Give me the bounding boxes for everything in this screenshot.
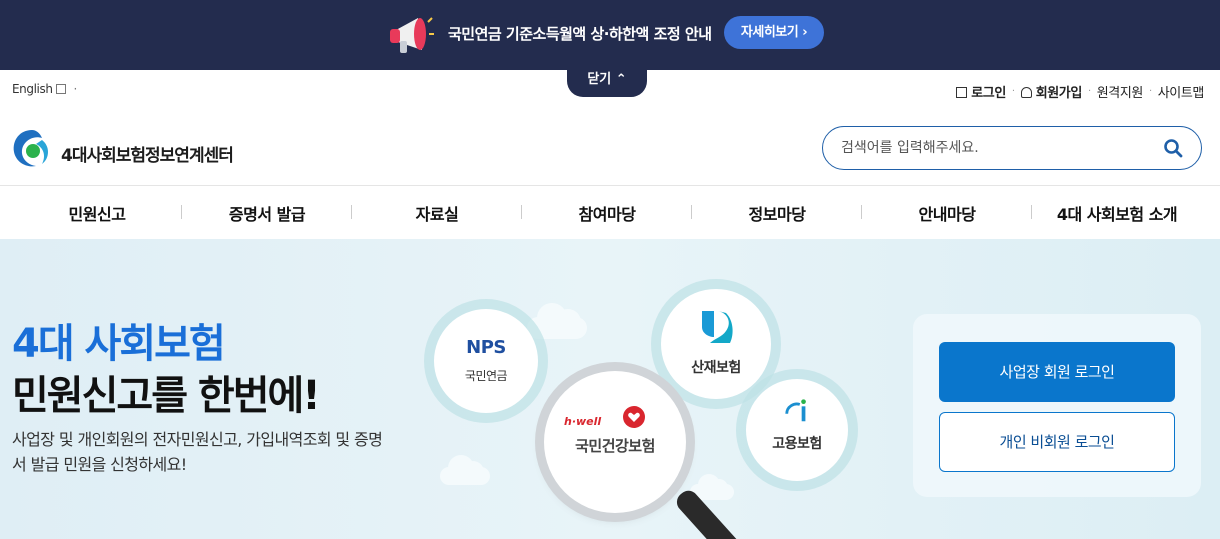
health-insurance-badge: h·well 국민건강보험 [544,371,686,513]
search-box [822,126,1202,170]
employment-insurance-label: 고용보험 [772,436,822,452]
nav-item-certificate[interactable]: 증명서 발급 [182,201,352,225]
site-title[interactable]: 4대사회보험정보연계센터 [61,141,234,166]
individual-login-button[interactable]: 개인 비회원 로그인 [939,412,1175,472]
utility-menu: 로그인 · 회원가입 · 원격지원 · 사이트맵 [956,82,1204,101]
close-notice-button[interactable]: 닫기 ⌃ [567,66,647,97]
hero-banner: 4대 사회보험 민원신고를 한번에! 사업장 및 개인회원의 전자민원신고, 가… [0,239,1220,539]
login-label: 로그인 [971,86,1006,101]
separator-dot: · [1087,86,1091,97]
nav-item-information[interactable]: 정보마당 [692,201,862,225]
employment-insurance-badge: 고용보험 [746,379,848,481]
login-icon [956,87,968,98]
industrial-insurance-badge: 산재보험 [661,289,771,399]
separator-dot: · [73,82,78,96]
login-panel: 사업장 회원 로그인 개인 비회원 로그인 [913,314,1201,497]
site-logo-icon[interactable] [12,128,52,170]
nav-item-report[interactable]: 민원신고 [12,201,182,225]
signup-label: 회원가입 [1035,86,1083,101]
cloud-decoration [440,455,490,485]
industrial-insurance-label: 산재보험 [691,360,741,376]
business-login-button[interactable]: 사업장 회원 로그인 [939,342,1175,402]
megaphone-icon [390,17,434,53]
sitemap-link[interactable]: 사이트맵 [1158,82,1205,101]
heart-logo-icon [623,406,645,428]
nav-item-archive[interactable]: 자료실 [352,201,522,225]
hero-description: 사업장 및 개인회원의 전자민원신고, 가입내역조회 및 증명서 발급 민원을 … [12,430,383,474]
person-icon [1020,87,1032,98]
english-label: English [12,82,53,96]
nav-item-guide[interactable]: 안내마당 [862,201,1032,225]
employment-insurance-logo-icon [785,399,806,422]
search-icon[interactable] [1163,138,1183,158]
nav-item-about[interactable]: 4대 사회보험 소개 [1032,201,1202,225]
hero-headline-1: 4대 사회보험 [12,321,226,367]
notice-bar: 국민연금 기준소득월액 상·하한액 조정 안내 자세히보기 › [0,0,1220,70]
login-link[interactable]: 로그인 [956,82,1006,101]
external-link-icon [55,84,66,94]
separator-dot: · [1148,86,1152,97]
nav-item-participation[interactable]: 참여마당 [522,201,692,225]
notice-text[interactable]: 국민연금 기준소득월액 상·하한액 조정 안내 [448,23,712,44]
hero-headline-2: 민원신고를 한번에! [12,373,321,419]
nps-logo: NPS [466,337,506,358]
search-input[interactable] [841,136,1141,160]
separator-dot: · [1011,86,1015,97]
nps-badge: NPS 국민연금 [434,309,538,413]
health-insurance-label: 국민건강보험 [575,437,655,455]
industrial-insurance-logo-icon [702,311,733,343]
cloud-decoration [527,303,587,339]
signup-link[interactable]: 회원가입 [1020,82,1083,101]
main-nav: 민원신고 증명서 발급 자료실 참여마당 정보마당 안내마당 4대 사회보험 소… [0,185,1220,239]
english-link[interactable]: English · [12,82,77,96]
health-insurance-logo: h·well [564,415,602,428]
detail-button[interactable]: 자세히보기 › [724,16,824,49]
remote-support-link[interactable]: 원격지원 [1097,82,1144,101]
nps-label: 국민연금 [464,369,508,383]
